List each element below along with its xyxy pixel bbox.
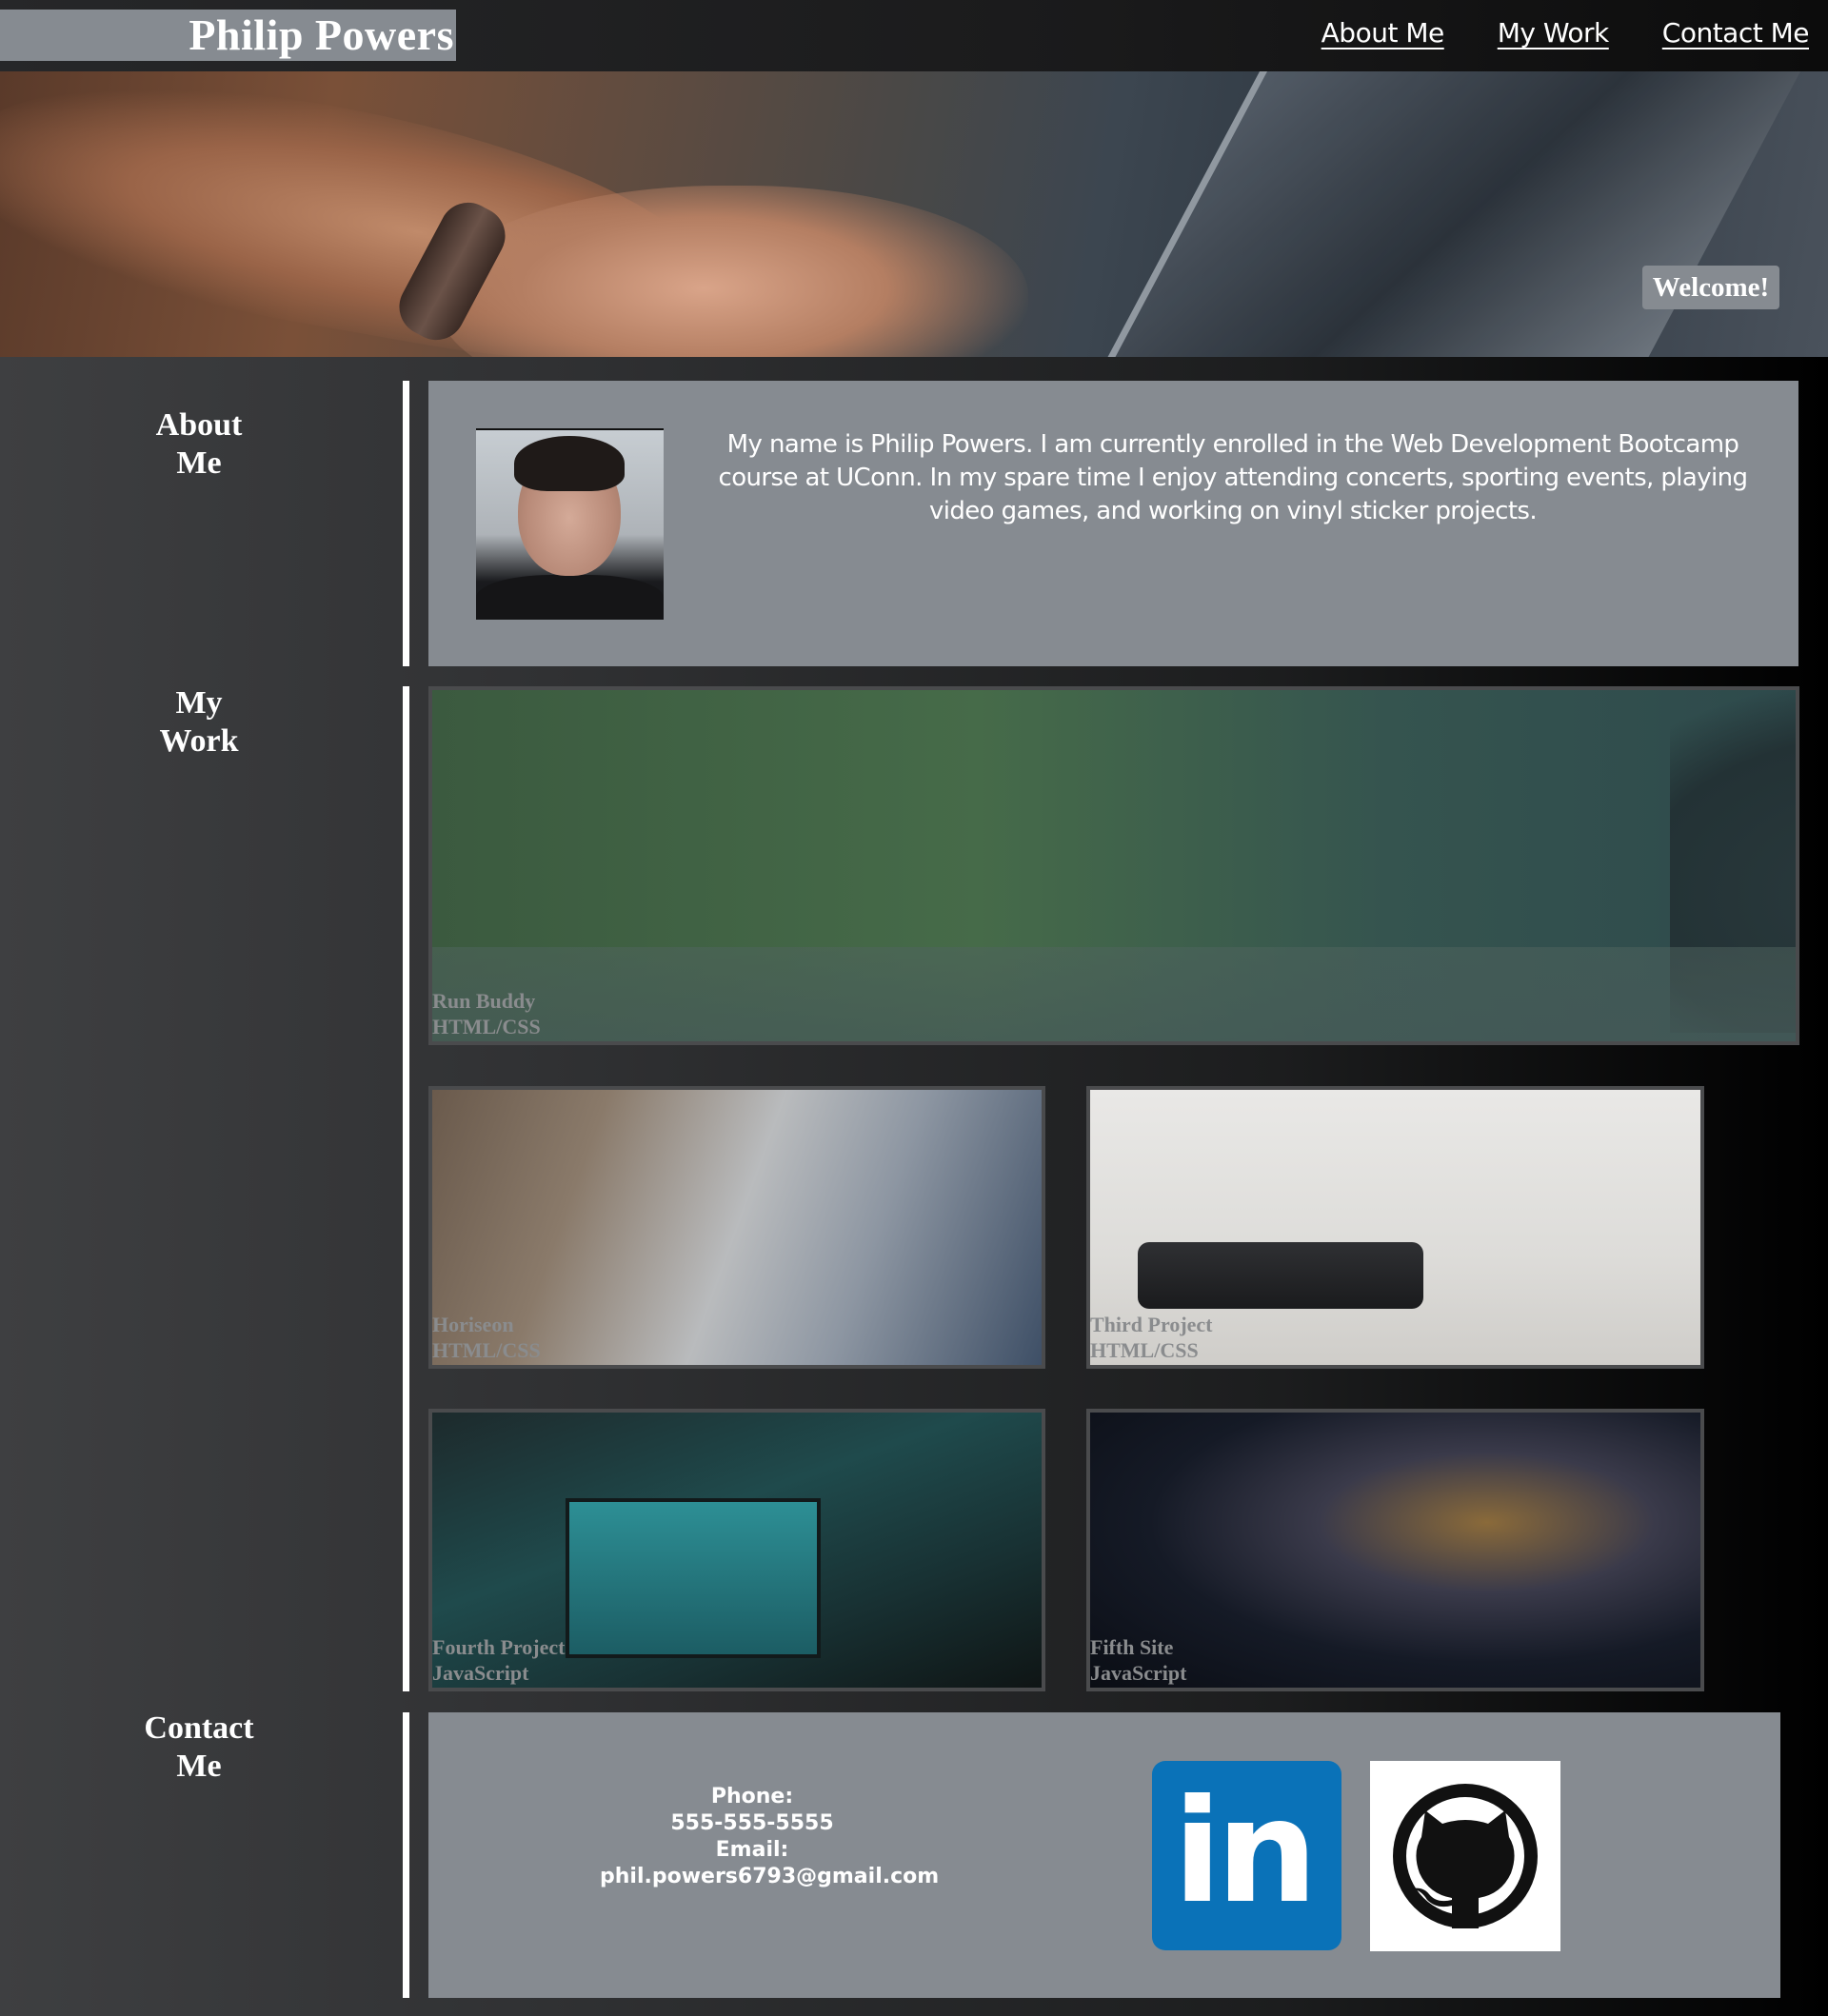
project-label: Run Buddy HTML/CSS [432,988,541,1039]
project-label: Horiseon HTML/CSS [432,1312,541,1363]
github-logo [1393,1784,1538,1928]
site-title: Philip Powers [0,10,456,61]
project-tech: JavaScript [1090,1661,1187,1685]
contact-section-title: Contact Me [0,1710,398,1786]
hero-banner: Welcome! [0,71,1828,357]
contact-info: Phone: 555-555-5555 Email: phil.powers67… [600,1784,939,1890]
about-divider [403,381,409,666]
project-tech: HTML/CSS [432,1338,541,1362]
nav-link-about-me[interactable]: About Me [1321,17,1445,49]
project-name: Fourth Project [432,1635,566,1659]
linkedin-logo-text: in [1173,1769,1318,1935]
site-header: Philip Powers About Me My Work Contact M… [0,0,1828,71]
project-image-printer [1138,1242,1423,1309]
project-name: Fifth Site [1090,1635,1174,1659]
project-card-third-project[interactable]: Third Project HTML/CSS [1086,1086,1704,1369]
project-name: Run Buddy [432,989,536,1013]
project-card-fourth-project[interactable]: Fourth Project JavaScript [428,1409,1045,1691]
project-card-run-buddy[interactable]: Run Buddy HTML/CSS [428,686,1799,1045]
main-nav: About Me My Work Contact Me [1321,17,1810,49]
project-image-monitor [566,1498,821,1658]
project-tech: JavaScript [432,1661,529,1685]
about-text: My name is Philip Powers. I am currently… [718,430,1748,525]
profile-photo-shirt [476,575,664,620]
work-title-text: My Work [159,685,239,759]
hero-image-laptop [1062,71,1821,357]
project-card-horiseon[interactable]: Horiseon HTML/CSS [428,1086,1045,1369]
profile-photo [476,428,664,620]
project-label: Fourth Project JavaScript [432,1634,566,1686]
project-tech: HTML/CSS [1090,1338,1199,1362]
about-title-text: About Me [155,407,243,482]
nav-link-my-work[interactable]: My Work [1498,17,1610,49]
project-card-fifth-site[interactable]: Fifth Site JavaScript [1086,1409,1704,1691]
project-label: Third Project HTML/CSS [1090,1312,1213,1363]
welcome-badge: Welcome! [1642,266,1779,309]
github-icon[interactable] [1370,1761,1560,1951]
project-label: Fifth Site JavaScript [1090,1634,1186,1686]
contact-title-text: Contact Me [144,1710,254,1784]
linkedin-icon[interactable]: in [1152,1761,1341,1950]
about-section-title: About Me [0,406,398,483]
nav-link-contact-me[interactable]: Contact Me [1662,17,1810,49]
project-image-road [432,947,1796,1041]
project-name: Horiseon [432,1313,514,1336]
email-label: Email: [715,1838,789,1862]
phone-number: 555-555-5555 [670,1811,834,1835]
contact-section: Phone: 555-555-5555 Email: phil.powers67… [428,1712,1780,1998]
project-tech: HTML/CSS [432,1015,541,1038]
contact-divider [403,1712,409,1998]
profile-photo-hair [514,436,625,491]
email-address[interactable]: phil.powers6793@gmail.com [600,1864,939,1890]
about-section: My name is Philip Powers. I am currently… [428,381,1798,666]
phone-label: Phone: [710,1785,794,1808]
work-divider [403,686,409,1691]
work-section-title: My Work [0,684,398,761]
project-name: Third Project [1090,1313,1213,1336]
